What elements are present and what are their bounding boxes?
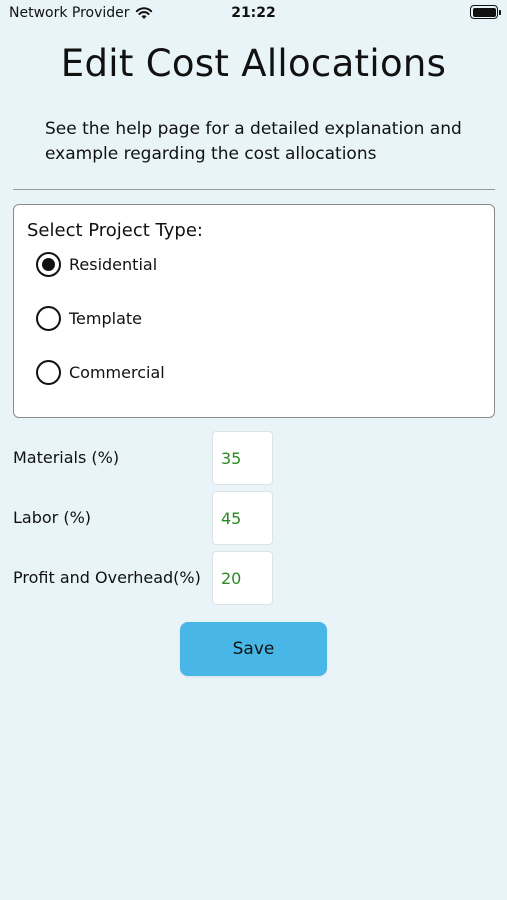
materials-row: Materials (%) bbox=[13, 431, 493, 485]
divider bbox=[13, 189, 495, 190]
profit-overhead-row: Profit and Overhead(%) bbox=[13, 551, 493, 605]
status-bar: Network Provider 21:22 bbox=[0, 0, 507, 28]
labor-input[interactable] bbox=[212, 491, 273, 545]
radio-button-commercial[interactable] bbox=[36, 360, 61, 385]
project-type-group: Select Project Type: Residential Templat… bbox=[13, 204, 495, 418]
radio-button-template[interactable] bbox=[36, 306, 61, 331]
project-type-label: Select Project Type: bbox=[27, 220, 203, 241]
save-button[interactable]: Save bbox=[180, 622, 327, 676]
materials-input[interactable] bbox=[212, 431, 273, 485]
profit-overhead-label: Profit and Overhead(%) bbox=[13, 568, 201, 587]
radio-option-commercial[interactable]: Commercial bbox=[36, 360, 165, 385]
materials-label: Materials (%) bbox=[13, 448, 120, 467]
labor-row: Labor (%) bbox=[13, 491, 493, 545]
profit-overhead-input[interactable] bbox=[212, 551, 273, 605]
status-time: 21:22 bbox=[231, 5, 276, 21]
radio-option-template[interactable]: Template bbox=[36, 306, 142, 331]
battery-cap bbox=[499, 9, 501, 15]
radio-button-residential[interactable] bbox=[36, 252, 61, 277]
battery-level bbox=[472, 7, 496, 17]
radio-label-residential: Residential bbox=[69, 255, 158, 274]
radio-label-commercial: Commercial bbox=[69, 363, 165, 382]
radio-option-residential[interactable]: Residential bbox=[36, 252, 157, 277]
help-text: See the help page for a detailed explana… bbox=[45, 119, 462, 164]
radio-label-template: Template bbox=[69, 309, 143, 328]
labor-label: Labor (%) bbox=[13, 508, 92, 527]
battery-icon bbox=[470, 5, 501, 19]
page-title: Edit Cost Allocations bbox=[60, 42, 447, 85]
